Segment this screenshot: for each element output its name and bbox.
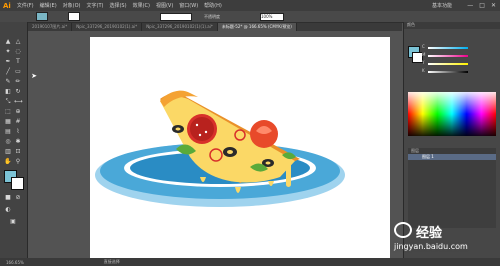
menu-window[interactable]: 窗口(W) bbox=[179, 2, 198, 9]
pen-tool-icon[interactable]: ✒ bbox=[4, 58, 12, 65]
hand-tool-icon[interactable]: ✋ bbox=[4, 158, 12, 165]
slider-k[interactable]: K bbox=[422, 68, 477, 73]
menu-help[interactable]: 帮助(H) bbox=[204, 2, 222, 9]
slider-y[interactable]: Y bbox=[422, 60, 477, 65]
direct-selection-tool-icon[interactable]: △ bbox=[14, 38, 22, 45]
slider-m-track[interactable] bbox=[428, 55, 468, 57]
color-mode-icon[interactable]: ■ bbox=[4, 194, 12, 201]
menu-view[interactable]: 视图(V) bbox=[156, 2, 173, 9]
slider-k-track[interactable] bbox=[428, 71, 468, 73]
window-controls: — □ ✕ bbox=[467, 2, 496, 9]
type-tool-icon[interactable]: T bbox=[14, 58, 22, 65]
mesh-tool-icon[interactable]: # bbox=[14, 118, 22, 125]
stroke-color-box[interactable] bbox=[11, 177, 24, 190]
stroke-profile-field[interactable] bbox=[160, 12, 192, 21]
menu-type[interactable]: 文字(T) bbox=[87, 2, 104, 9]
blend-tool-icon[interactable]: ◎ bbox=[4, 138, 12, 145]
menu-bar: Ai 文件(F) 编辑(E) 对象(O) 文字(T) 选择(S) 效果(C) 视… bbox=[0, 0, 500, 11]
free-transform-tool-icon[interactable]: ⬚ bbox=[4, 108, 12, 115]
none-mode-icon[interactable]: ⊘ bbox=[14, 194, 22, 201]
tab-document-2[interactable]: Npic_337296_20190102(1).ai* bbox=[72, 23, 143, 31]
workspace-switcher[interactable]: 基本功能 bbox=[432, 2, 452, 9]
canvas-area[interactable]: ➤ bbox=[28, 31, 402, 259]
line-tool-icon[interactable]: ╱ bbox=[4, 68, 12, 75]
slider-y-label: Y bbox=[422, 60, 425, 65]
pepperoni-spot bbox=[198, 133, 202, 137]
menu-select[interactable]: 选择(S) bbox=[109, 2, 126, 9]
tab-document-1[interactable]: 20190107图片.ai* bbox=[28, 23, 73, 31]
watermark: 经验 jingyan.baidu.com bbox=[388, 220, 500, 260]
rotate-tool-icon[interactable]: ↻ bbox=[14, 88, 22, 95]
baidu-paw-icon bbox=[394, 222, 412, 238]
close-icon[interactable]: ✕ bbox=[491, 2, 496, 9]
current-tool-status: 直接选择 bbox=[103, 259, 120, 264]
graph-tool-icon[interactable]: ▥ bbox=[4, 148, 12, 155]
symbol-sprayer-tool-icon[interactable]: ✱ bbox=[14, 138, 22, 145]
color-panel-title: 颜色 bbox=[404, 22, 500, 29]
cheese-drip bbox=[286, 163, 291, 187]
watermark-text: 经验 bbox=[416, 226, 443, 241]
slider-c[interactable]: C bbox=[422, 44, 477, 49]
stroke-swatch[interactable] bbox=[68, 12, 80, 21]
scale-tool-icon[interactable]: ⤡ bbox=[4, 98, 12, 105]
pepperoni-spot bbox=[195, 123, 199, 127]
app-logo: Ai bbox=[3, 1, 11, 10]
gradient-tool-icon[interactable]: ▤ bbox=[4, 128, 12, 135]
tab-document-3[interactable]: Npic_337296_20190102(1)(1).ai* bbox=[142, 23, 218, 31]
lasso-tool-icon[interactable]: ◌ bbox=[14, 48, 22, 55]
opacity-label: 不透明度 bbox=[204, 13, 220, 19]
color-spectrum[interactable] bbox=[408, 92, 496, 136]
pepperoni-spot bbox=[204, 130, 208, 134]
width-tool-icon[interactable]: ⟷ bbox=[14, 98, 23, 105]
zoom-level[interactable]: 166.65% bbox=[6, 260, 24, 265]
eraser-tool-icon[interactable]: ◧ bbox=[4, 88, 12, 95]
pencil-tool-icon[interactable]: ✏ bbox=[14, 78, 22, 85]
menu-file[interactable]: 文件(F) bbox=[17, 2, 34, 9]
olive-hole bbox=[227, 150, 233, 154]
olive-hole bbox=[175, 127, 181, 131]
selection-tool-icon[interactable]: ▲ bbox=[4, 38, 12, 45]
tools-panel: ▲ △ ✦ ◌ ✒ T ╱ ▭ ✎ ✏ ◧ ↻ ⤡ ⟷ ⬚ ⊕ ▦ # ▤ ⌇ … bbox=[0, 22, 28, 258]
layers-panel: 图层 图层 1 bbox=[408, 148, 496, 228]
fill-swatch[interactable] bbox=[36, 12, 48, 21]
slider-k-label: K bbox=[422, 68, 425, 73]
shape-builder-tool-icon[interactable]: ⊕ bbox=[14, 108, 22, 115]
menu-object[interactable]: 对象(O) bbox=[63, 2, 81, 9]
pepperoni-inner bbox=[190, 117, 214, 141]
tab-document-active[interactable]: 未标题-52* @ 166.65% (CMYK/预览) bbox=[217, 23, 297, 31]
paintbrush-tool-icon[interactable]: ✎ bbox=[4, 78, 12, 85]
slider-m-label: M bbox=[422, 52, 426, 57]
layer-name: 图层 1 bbox=[422, 154, 434, 159]
rectangle-tool-icon[interactable]: ▭ bbox=[14, 68, 22, 75]
document-tabs: 20190107图片.ai* Npic_337296_20190102(1).a… bbox=[28, 23, 402, 31]
screen-mode-icon[interactable]: ▣ bbox=[9, 218, 17, 225]
slider-y-track[interactable] bbox=[428, 63, 468, 65]
perspective-grid-tool-icon[interactable]: ▦ bbox=[4, 118, 12, 125]
slider-c-label: C bbox=[422, 44, 425, 49]
olive-hole bbox=[265, 161, 271, 165]
zoom-tool-icon[interactable]: ⚲ bbox=[14, 158, 22, 165]
minimize-icon[interactable]: — bbox=[467, 2, 473, 9]
artboard[interactable] bbox=[90, 37, 390, 259]
artboard-tool-icon[interactable]: ⊡ bbox=[14, 148, 22, 155]
opacity-field[interactable]: 100% bbox=[260, 12, 284, 21]
menu-edit[interactable]: 编辑(E) bbox=[40, 2, 57, 9]
menu-effect[interactable]: 效果(C) bbox=[133, 2, 150, 9]
slider-m[interactable]: M bbox=[422, 52, 477, 57]
magic-wand-tool-icon[interactable]: ✦ bbox=[4, 48, 12, 55]
maximize-icon[interactable]: □ bbox=[479, 2, 485, 9]
slider-c-track[interactable] bbox=[428, 47, 468, 49]
draw-mode-icon[interactable]: ◐ bbox=[4, 206, 12, 213]
pizza-illustration bbox=[95, 90, 345, 207]
cursor-icon: ➤ bbox=[31, 72, 37, 80]
watermark-url: jingyan.baidu.com bbox=[394, 242, 468, 251]
layer-row[interactable]: 图层 1 bbox=[408, 154, 496, 160]
opacity-value: 100% bbox=[261, 13, 273, 19]
eyedropper-tool-icon[interactable]: ⌇ bbox=[14, 128, 22, 135]
